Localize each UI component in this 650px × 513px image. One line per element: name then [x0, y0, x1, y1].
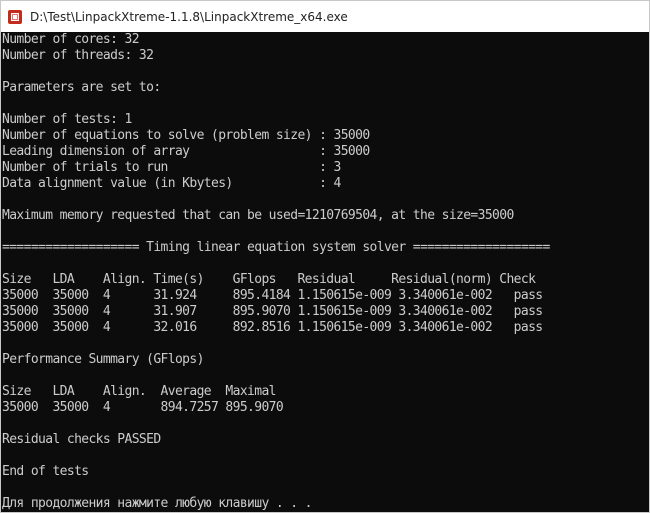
results-table-row: 35000 35000 4 31.907 895.9070 1.150615e-…: [2, 304, 543, 319]
results-table-row: 35000 35000 4 31.924 895.4184 1.150615e-…: [2, 288, 543, 303]
console-line-max-memory: Maximum memory requested that can be use…: [2, 208, 514, 223]
results-table-header: Size LDA Align. Time(s) GFlops Residual …: [2, 272, 536, 287]
console-line-threads: Number of threads: 32: [2, 48, 154, 63]
title-bar[interactable]: D:\Test\LinpackXtreme-1.1.8\LinpackXtrem…: [1, 1, 649, 32]
console-line-problem-size: Number of equations to solve (problem si…: [2, 128, 370, 143]
console-line-cores: Number of cores: 32: [2, 32, 140, 47]
console-line-number-of-tests: Number of tests: 1: [2, 112, 132, 127]
console-line-leading-dimension: Leading dimension of array : 35000: [2, 144, 370, 159]
end-of-tests: End of tests: [2, 464, 89, 479]
summary-table-header: Size LDA Align. Average Maximal: [2, 384, 276, 399]
console-line-alignment: Data alignment value (in Kbytes) : 4: [2, 176, 341, 191]
window-title: D:\Test\LinpackXtreme-1.1.8\LinpackXtrem…: [30, 9, 348, 24]
console-line-parameters-heading: Parameters are set to:: [2, 80, 161, 95]
results-table-row: 35000 35000 4 32.016 892.8516 1.150615e-…: [2, 320, 543, 335]
console-line-timing-banner: =================== Timing linear equati…: [2, 240, 550, 255]
press-any-key-prompt: Для продолжения нажмите любую клавишу . …: [2, 496, 313, 511]
performance-summary-heading: Performance Summary (GFlops): [2, 352, 204, 367]
app-icon[interactable]: [8, 9, 22, 24]
console-window: D:\Test\LinpackXtreme-1.1.8\LinpackXtrem…: [0, 0, 650, 513]
residual-checks-status: Residual checks PASSED: [2, 432, 161, 447]
console-output[interactable]: Number of cores: 32 Number of threads: 3…: [1, 32, 649, 512]
summary-table-row: 35000 35000 4 894.7257 895.9070: [2, 400, 284, 415]
console-line-trials: Number of trials to run : 3: [2, 160, 341, 175]
